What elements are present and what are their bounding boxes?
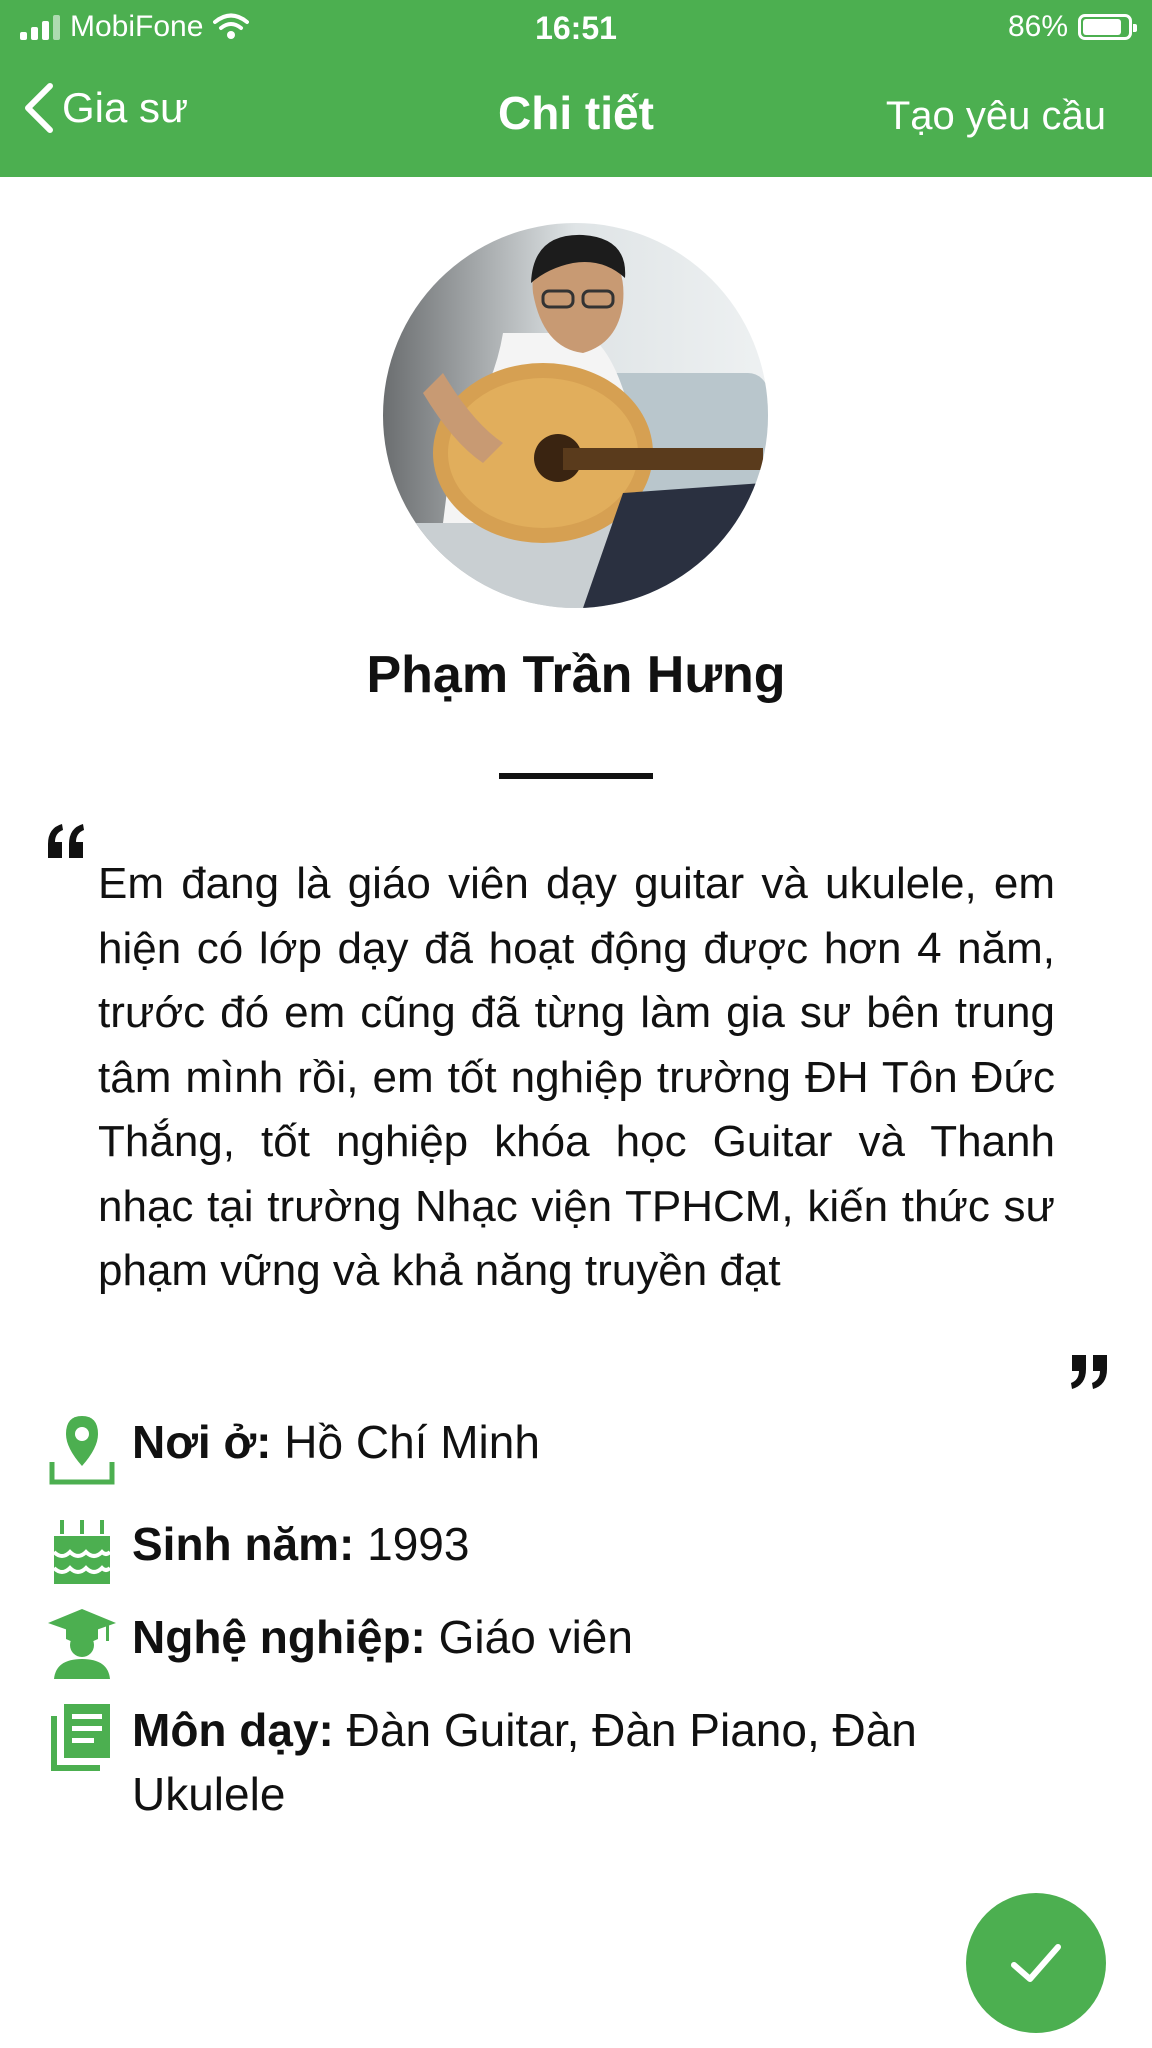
navigation-bar: Gia sư Chi tiết Tạo yêu cầu bbox=[0, 70, 1152, 160]
quote-open-icon bbox=[48, 824, 84, 858]
detail-label: Môn dạy: bbox=[132, 1704, 334, 1756]
battery-percent: 86% bbox=[1007, 10, 1068, 43]
avatar-photo bbox=[383, 223, 768, 608]
tutor-name: Phạm Trần Hưng bbox=[366, 646, 786, 704]
status-time: 16:51 bbox=[535, 10, 617, 46]
detail-value: 1993 bbox=[367, 1518, 470, 1570]
quote-close-icon bbox=[1071, 1355, 1107, 1389]
create-request-button[interactable]: Tạo yêu cầu bbox=[886, 94, 1106, 139]
checkmark-icon bbox=[1011, 1944, 1061, 1982]
detail-value: Hồ Chí Minh bbox=[284, 1416, 540, 1468]
top-bar: MobiFone 16:51 86% Gia sư Chi tiết Tạo y… bbox=[0, 0, 1152, 177]
detail-label: Nghệ nghiệp: bbox=[132, 1611, 426, 1663]
status-bar: MobiFone 16:51 86% bbox=[0, 0, 1152, 58]
detail-value: Giáo viên bbox=[438, 1611, 633, 1663]
detail-label: Nơi ở: bbox=[132, 1416, 272, 1468]
tutor-bio: Em đang là giáo viên dạy guitar và ukule… bbox=[98, 859, 1055, 1295]
confirm-button[interactable] bbox=[966, 1893, 1106, 2033]
subjects-list-icon bbox=[51, 1704, 110, 1771]
birthday-cake-icon bbox=[52, 1520, 112, 1584]
detail-subjects: Môn dạy: Đàn Guitar, Đàn Piano, Đàn Ukul… bbox=[44, 1698, 1104, 1826]
divider bbox=[499, 773, 653, 779]
detail-occupation: Nghệ nghiệp: Giáo viên bbox=[44, 1605, 1104, 1681]
battery-fill bbox=[1083, 19, 1121, 35]
battery-icon bbox=[1078, 14, 1137, 40]
detail-label: Sinh năm: bbox=[132, 1518, 355, 1570]
location-pin-icon bbox=[49, 1416, 115, 1485]
detail-birth-year: Sinh năm: 1993 bbox=[44, 1512, 1104, 1588]
graduate-icon bbox=[48, 1609, 116, 1679]
avatar bbox=[383, 223, 768, 608]
detail-residence: Nơi ở: Hồ Chí Minh bbox=[44, 1410, 1104, 1486]
